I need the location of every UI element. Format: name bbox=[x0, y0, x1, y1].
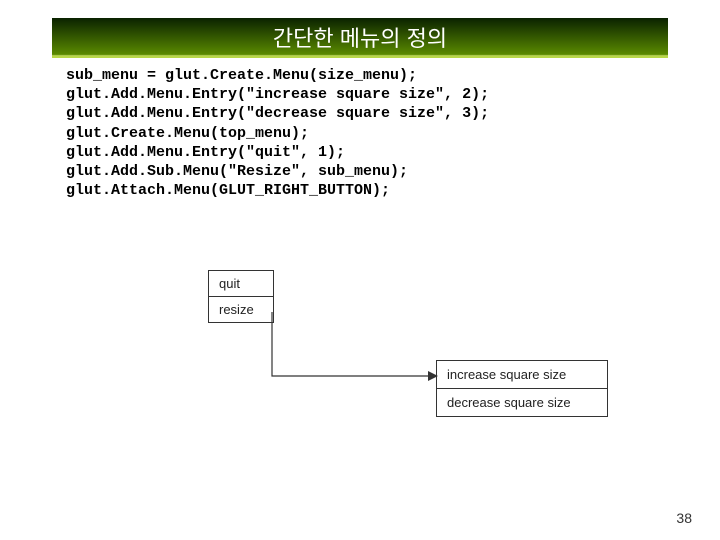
menu-item-resize: resize bbox=[209, 296, 273, 322]
code-block: sub_menu = glut.Create.Menu(size_menu); … bbox=[66, 66, 489, 200]
code-line: glut.Add.Menu.Entry("quit", 1); bbox=[66, 143, 489, 162]
code-line: glut.Create.Menu(top_menu); bbox=[66, 124, 489, 143]
title-bar: 간단한 메뉴의 정의 bbox=[52, 18, 668, 58]
sub-menu-box: increase square size decrease square siz… bbox=[436, 360, 608, 417]
main-menu-box: quit resize bbox=[208, 270, 274, 323]
menu-item-quit: quit bbox=[209, 271, 273, 296]
code-line: glut.Add.Menu.Entry("increase square siz… bbox=[66, 85, 489, 104]
slide-title: 간단한 메뉴의 정의 bbox=[273, 21, 447, 53]
page-number: 38 bbox=[676, 510, 692, 526]
menu-diagram: quit resize increase square size decreas… bbox=[208, 252, 608, 462]
code-line: sub_menu = glut.Create.Menu(size_menu); bbox=[66, 66, 489, 85]
code-line: glut.Add.Menu.Entry("decrease square siz… bbox=[66, 104, 489, 123]
arrow-icon bbox=[266, 306, 446, 386]
code-line: glut.Add.Sub.Menu("Resize", sub_menu); bbox=[66, 162, 489, 181]
submenu-item-increase: increase square size bbox=[437, 361, 607, 388]
slide: 간단한 메뉴의 정의 sub_menu = glut.Create.Menu(s… bbox=[0, 0, 720, 540]
submenu-item-decrease: decrease square size bbox=[437, 388, 607, 416]
code-line: glut.Attach.Menu(GLUT_RIGHT_BUTTON); bbox=[66, 181, 489, 200]
